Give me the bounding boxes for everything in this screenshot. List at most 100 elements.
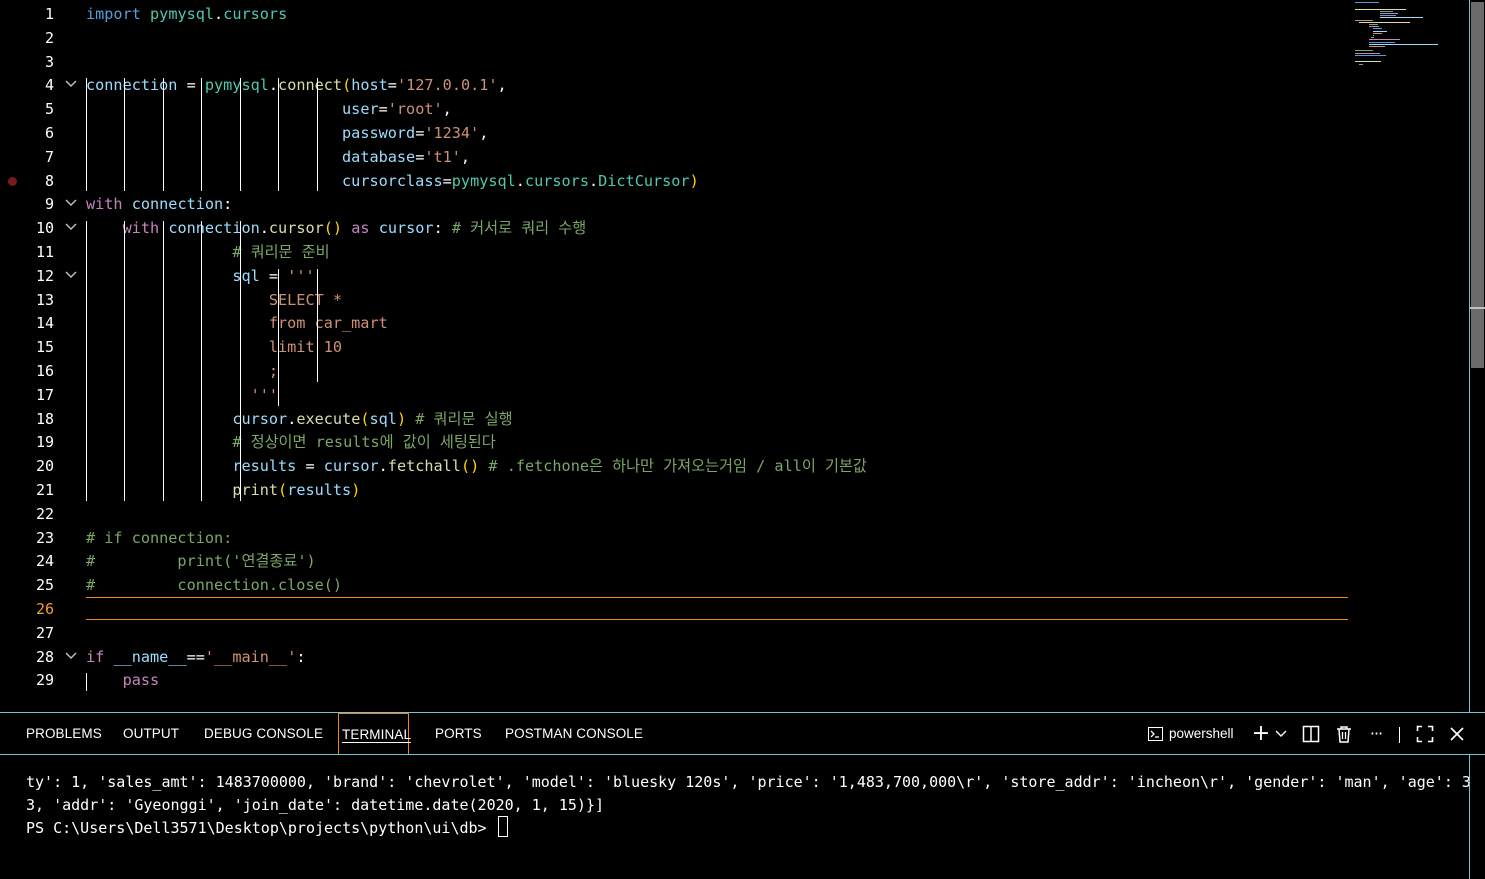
code-line[interactable]: if __name__=='__main__': (86, 646, 306, 670)
minimap-line (1369, 43, 1438, 45)
line-number[interactable]: 18 (20, 408, 54, 432)
terminal-dropdown-button[interactable] (1272, 723, 1290, 745)
code-line[interactable]: password='1234', (86, 122, 488, 146)
line-number[interactable]: 3 (20, 51, 54, 75)
line-number[interactable]: 11 (20, 241, 54, 265)
fold-chevron-icon[interactable] (64, 74, 78, 98)
line-number[interactable]: 24 (20, 550, 54, 574)
indent-guide (86, 673, 87, 692)
code-token: execute (296, 409, 361, 428)
line-number[interactable]: 6 (20, 122, 54, 146)
minimap[interactable] (1355, 2, 1465, 72)
indent-guide (317, 78, 318, 192)
code-line[interactable]: with connection: (86, 193, 232, 217)
line-number[interactable]: 16 (20, 360, 54, 384)
code-line[interactable]: # 쿼리문 준비 (86, 241, 329, 265)
kill-terminal-button[interactable] (1333, 723, 1355, 745)
editor-scrollbar[interactable] (1469, 0, 1485, 712)
line-number[interactable]: 9 (20, 193, 54, 217)
maximize-panel-button[interactable] (1414, 723, 1436, 745)
minimap-line (1355, 19, 1373, 21)
line-number[interactable]: 8 (20, 170, 54, 194)
code-area[interactable]: import pymysql.cursors connection = pymys… (86, 0, 1348, 712)
more-actions-button[interactable]: ··· (1365, 723, 1387, 745)
line-number[interactable]: 22 (20, 503, 54, 527)
line-number[interactable]: 5 (20, 98, 54, 122)
new-terminal-button[interactable]: + (1250, 723, 1272, 745)
line-number-gutter[interactable]: 1 2 3 4 5 6 7 8 9 10 11 12 13 14 15 16 17 18 19 20 21 22 23 24 2… (0, 0, 86, 712)
code-line[interactable]: cursorclass=pymysql.cursors.DictCursor) (86, 170, 699, 194)
bottom-panel: PROBLEMS OUTPUT DEBUG CONSOLE TERMINAL P… (0, 712, 1485, 879)
terminal-prompt-line[interactable]: PS C:\Users\Dell3571\Desktop\projects\py… (26, 816, 1471, 840)
line-number[interactable]: 28 (20, 646, 54, 670)
tab-output[interactable]: OUTPUT (123, 713, 179, 754)
code-line[interactable]: print(results) (86, 479, 360, 503)
editor-scrollbar-thumb[interactable] (1471, 2, 1484, 368)
code-line[interactable]: connection = pymysql.connect(host='127.0… (86, 74, 507, 98)
code-line[interactable]: # if connection: (86, 527, 232, 551)
line-number[interactable]: 25 (20, 574, 54, 598)
tab-ports-label: PORTS (435, 726, 482, 741)
code-line[interactable]: user='root', (86, 98, 452, 122)
line-number[interactable]: 2 (20, 27, 54, 51)
line-number[interactable]: 19 (20, 431, 54, 455)
fold-chevron-icon[interactable] (64, 193, 78, 217)
line-number[interactable]: 26 (20, 598, 54, 622)
line-number[interactable]: 23 (20, 527, 54, 551)
code-token: . (214, 5, 224, 23)
line-number[interactable]: 15 (20, 336, 54, 360)
line-number[interactable]: 7 (20, 146, 54, 170)
tab-debug-console[interactable]: DEBUG CONSOLE (204, 713, 323, 754)
fold-chevron-icon[interactable] (64, 265, 78, 289)
tab-postman-console[interactable]: POSTMAN CONSOLE (505, 713, 643, 754)
code-editor[interactable]: 1 2 3 4 5 6 7 8 9 10 11 12 13 14 15 16 17 18 19 20 21 22 23 24 2… (0, 0, 1485, 712)
line-number[interactable]: 21 (20, 479, 54, 503)
line-number[interactable]: 29 (20, 669, 54, 693)
terminal-prompt: PS C:\Users\Dell3571\Desktop\projects\py… (26, 819, 496, 837)
line-number[interactable]: 14 (20, 312, 54, 336)
line-number[interactable]: 27 (20, 622, 54, 646)
code-token: cursors (524, 171, 589, 190)
line-number[interactable]: 1 (20, 3, 54, 27)
code-line[interactable]: # connection.close() (86, 574, 342, 598)
code-line[interactable]: import pymysql.cursors (86, 3, 287, 27)
split-terminal-button[interactable] (1300, 723, 1322, 745)
code-token: ) (351, 481, 361, 499)
code-line[interactable]: # 정상이면 results에 값이 세팅된다 (86, 431, 495, 455)
fold-chevron-icon[interactable] (64, 646, 78, 670)
minimap-line (1380, 15, 1396, 17)
terminal-profile-selector[interactable]: powershell (1148, 723, 1244, 745)
code-token: user (342, 100, 379, 119)
code-line[interactable]: ''' (86, 384, 278, 408)
fold-chevron-icon[interactable] (64, 217, 78, 241)
terminal-output[interactable]: ty': 1, 'sales_amt': 1483700000, 'brand'… (26, 771, 1471, 840)
code-line[interactable]: # print('연결종료') (86, 550, 316, 574)
tab-ports[interactable]: PORTS (435, 713, 482, 754)
close-panel-button[interactable] (1446, 723, 1468, 745)
code-line[interactable]: ; (86, 360, 278, 384)
tab-terminal[interactable]: TERMINAL (338, 713, 412, 754)
code-token: results (232, 457, 297, 476)
code-line[interactable]: results = cursor.fetchall() # .fetchone은… (86, 455, 867, 479)
terminal-line: ty': 1, 'sales_amt': 1483700000, 'brand'… (26, 773, 1471, 791)
line-number[interactable]: 13 (20, 289, 54, 313)
code-token: cursors (223, 5, 288, 23)
code-line[interactable]: with connection.cursor() as cursor: # 커서… (86, 217, 587, 241)
line-number[interactable]: 12 (20, 265, 54, 289)
line-number[interactable]: 20 (20, 455, 54, 479)
tab-terminal-label: TERMINAL (342, 727, 412, 743)
line-number[interactable]: 10 (20, 217, 54, 241)
tab-problems[interactable]: PROBLEMS (26, 713, 102, 754)
code-line[interactable]: pass (86, 669, 160, 693)
code-line[interactable]: cursor.execute(sql) # 쿼리문 실행 (86, 408, 512, 432)
line-number[interactable]: 17 (20, 384, 54, 408)
code-token: fetchall (387, 457, 461, 476)
terminal-scrollbar[interactable] (1469, 755, 1485, 879)
code-line[interactable]: from car_mart (86, 312, 388, 336)
indent-guide (86, 78, 87, 192)
breakpoint-hint-icon[interactable] (8, 176, 17, 186)
line-number[interactable]: 4 (20, 74, 54, 98)
code-token: ) (396, 409, 407, 428)
code-token: import (86, 5, 141, 23)
